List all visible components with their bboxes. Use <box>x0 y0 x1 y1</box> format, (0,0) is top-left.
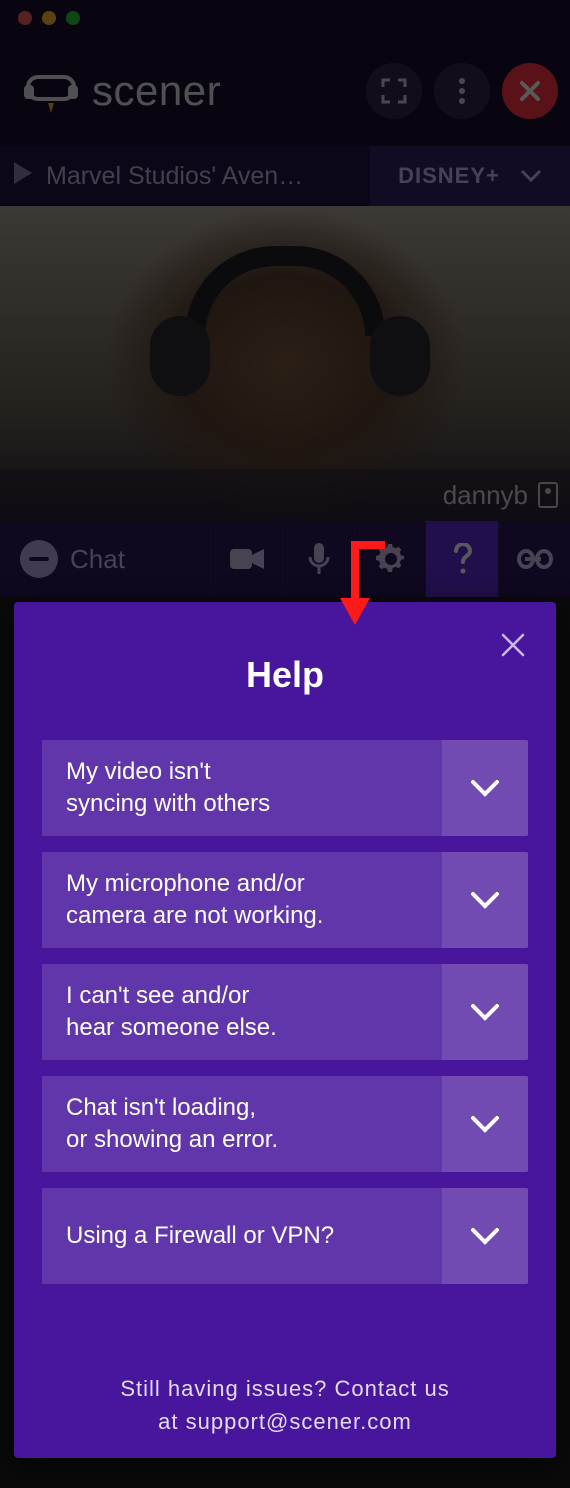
faq-item-label: I can't see and/or hear someone else. <box>42 964 442 1060</box>
help-title: Help <box>42 654 528 696</box>
window-zoom-dot[interactable] <box>66 11 80 25</box>
window-traffic-lights <box>0 0 570 36</box>
menu-button[interactable] <box>434 63 490 119</box>
chat-toggle[interactable]: Chat <box>0 540 210 578</box>
now-playing-title: Marvel Studios' Aven… <box>46 162 303 191</box>
gear-icon <box>376 544 406 574</box>
microphone-icon <box>308 543 330 575</box>
window-close-dot[interactable] <box>18 11 32 25</box>
camera-button[interactable] <box>210 521 282 597</box>
host-badge-icon <box>538 482 558 508</box>
service-selected: DISNEY+ <box>398 163 500 189</box>
close-icon <box>499 631 527 659</box>
minus-icon <box>20 540 58 578</box>
faq-item-label: My microphone and/or camera are not work… <box>42 852 442 948</box>
participant-username: dannyb <box>443 480 528 511</box>
faq-item-label: Chat isn't loading, or showing an error. <box>42 1076 442 1172</box>
help-button[interactable] <box>426 521 498 597</box>
chevron-down-icon <box>442 852 528 948</box>
window-minimize-dot[interactable] <box>42 11 56 25</box>
now-playing-bar: Marvel Studios' Aven… DISNEY+ <box>0 146 570 206</box>
video-feed: dannyb <box>0 206 570 521</box>
faq-item[interactable]: Chat isn't loading, or showing an error. <box>42 1076 528 1172</box>
streaming-service-selector[interactable]: DISNEY+ <box>370 146 570 206</box>
help-close-button[interactable] <box>496 628 530 662</box>
close-button[interactable] <box>502 63 558 119</box>
brand-name: scener <box>92 67 221 115</box>
chevron-down-icon <box>442 740 528 836</box>
app-header: scener <box>0 36 570 146</box>
fullscreen-button[interactable] <box>366 63 422 119</box>
settings-button[interactable] <box>354 521 426 597</box>
faq-item-label: My video isn't syncing with others <box>42 740 442 836</box>
brand-logo: scener <box>24 67 221 115</box>
faq-item-label: Using a Firewall or VPN? <box>42 1188 442 1284</box>
faq-item[interactable]: I can't see and/or hear someone else. <box>42 964 528 1060</box>
chat-label: Chat <box>70 544 125 575</box>
help-footer-text: Still having issues? Contact us at suppo… <box>42 1372 528 1438</box>
question-icon <box>453 543 473 575</box>
link-icon <box>517 549 553 569</box>
camera-icon <box>230 547 264 571</box>
faq-item[interactable]: Using a Firewall or VPN? <box>42 1188 528 1284</box>
help-faq-list: My video isn't syncing with others My mi… <box>42 740 528 1284</box>
faq-item[interactable]: My microphone and/or camera are not work… <box>42 852 528 948</box>
play-icon[interactable] <box>14 162 32 191</box>
help-panel: Help My video isn't syncing with others … <box>14 602 556 1458</box>
microphone-button[interactable] <box>282 521 354 597</box>
chevron-down-icon <box>442 1188 528 1284</box>
link-button[interactable] <box>498 521 570 597</box>
chevron-down-icon <box>520 169 542 183</box>
faq-item[interactable]: My video isn't syncing with others <box>42 740 528 836</box>
chevron-down-icon <box>442 1076 528 1172</box>
couch-icon <box>24 69 78 113</box>
toolbar: Chat <box>0 521 570 597</box>
chevron-down-icon <box>442 964 528 1060</box>
